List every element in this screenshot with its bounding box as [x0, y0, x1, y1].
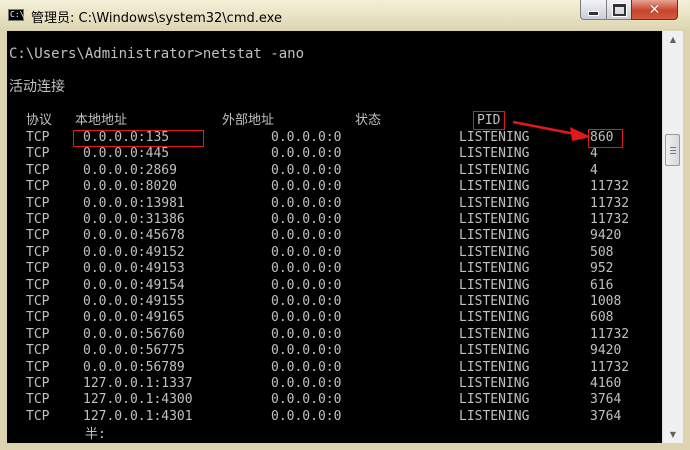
scroll-up-arrow-icon: ▲	[669, 35, 677, 44]
maximize-icon	[612, 3, 626, 16]
scroll-up-button[interactable]: ▲	[663, 31, 683, 48]
minimize-icon	[588, 10, 599, 16]
cmd-icon-glyph: C:\	[10, 10, 25, 19]
maximize-button[interactable]	[606, 0, 632, 20]
vertical-scrollbar[interactable]: ▲ ▼	[662, 31, 684, 443]
window-title: 管理员: C:\Windows\system32\cmd.exe	[31, 11, 282, 26]
scroll-down-button[interactable]: ▼	[663, 426, 683, 443]
minimize-button[interactable]	[580, 0, 607, 20]
close-button[interactable]: ✕	[631, 0, 678, 20]
window-frame-left	[0, 31, 7, 450]
close-icon: ✕	[648, 1, 661, 18]
console-output[interactable]: C:\Users\Administrator>netstat -ano 活动连接…	[7, 31, 662, 443]
annotation-arrow	[512, 120, 591, 141]
window-frame-bottom	[0, 443, 690, 450]
title-bar[interactable]: C:\ 管理员: C:\Windows\system32\cmd.exe ✕	[0, 0, 690, 31]
scroll-down-arrow-icon: ▼	[669, 430, 677, 439]
cmd-window: C:\ 管理员: C:\Windows\system32\cmd.exe ✕ C…	[0, 0, 690, 450]
arrow-head	[570, 127, 591, 141]
thumb-grip-1	[670, 147, 676, 148]
cmd-icon[interactable]: C:\	[8, 9, 24, 21]
scroll-thumb[interactable]	[665, 134, 680, 166]
thumb-grip-2	[670, 150, 676, 151]
thumb-grip-3	[670, 153, 676, 154]
window-frame-right	[683, 31, 690, 450]
arrow-shaft	[512, 120, 576, 136]
